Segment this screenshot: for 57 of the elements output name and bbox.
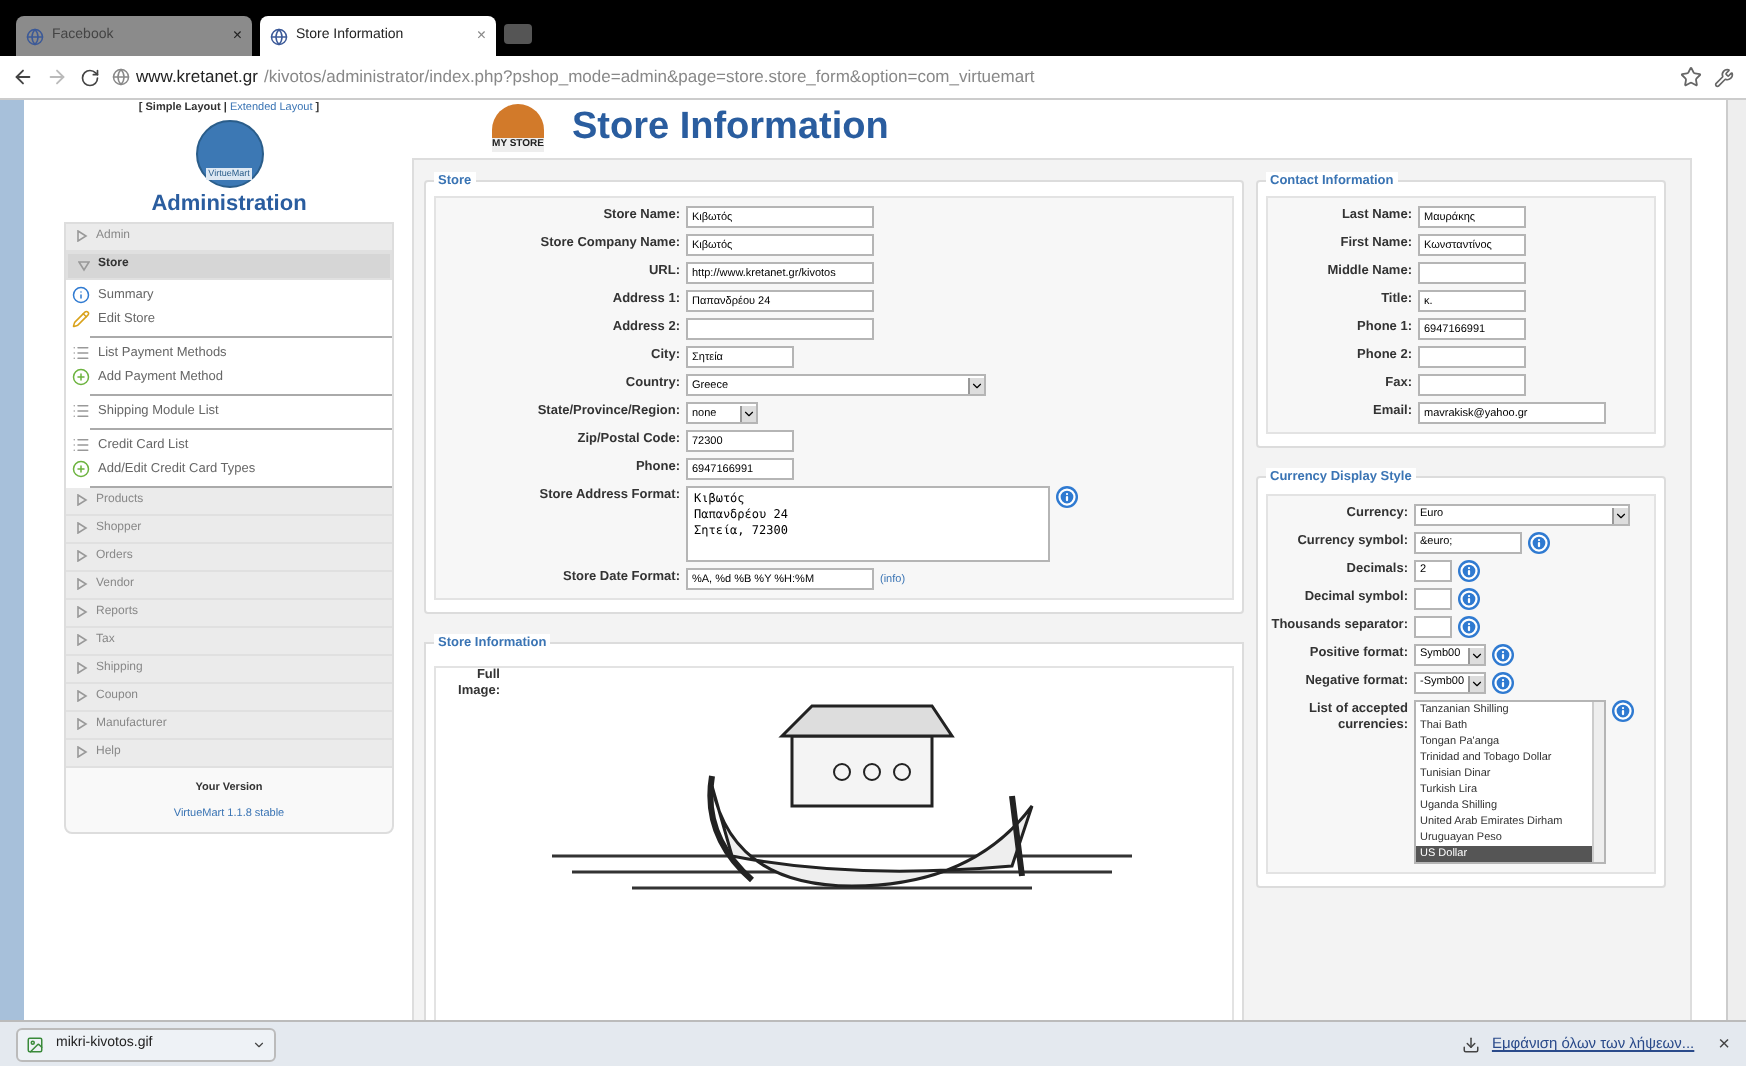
sidebar-title: Administration [149, 190, 309, 221]
add-icon [72, 460, 90, 479]
add-icon [72, 368, 90, 387]
image-file-icon [26, 1035, 44, 1053]
dropdown-arrow-icon [1468, 647, 1484, 663]
page-icon [112, 68, 130, 86]
help-icon[interactable] [1528, 532, 1550, 554]
help-icon[interactable] [1056, 486, 1078, 509]
help-icon[interactable] [1492, 644, 1514, 666]
pencil-icon [72, 310, 90, 329]
new-tab-button[interactable] [504, 24, 532, 44]
favicon-icon [270, 27, 288, 45]
close-tab-button[interactable]: × [476, 24, 486, 48]
text-field[interactable] [1418, 346, 1526, 369]
triangle-icon [76, 522, 88, 535]
dropdown-arrow-icon [740, 405, 756, 422]
help-icon[interactable] [1612, 700, 1634, 722]
url-field[interactable]: www.kretanet.gr /kivotos/administrator/index.php?pshop_mode=admin&page=store.store_form&option=com_virtuemart [112, 64, 1668, 90]
close-tab-button[interactable]: × [232, 24, 242, 48]
favicon-icon [26, 27, 44, 45]
triangle-icon [76, 690, 88, 703]
dropdown-arrow-icon [1612, 507, 1628, 523]
wrench-icon[interactable] [1714, 67, 1734, 87]
reload-icon[interactable] [80, 67, 100, 87]
close-button[interactable]: × [1718, 1029, 1730, 1059]
dropdown-arrow-icon [968, 377, 984, 394]
bookmark-star-icon[interactable] [1680, 66, 1702, 88]
triangle-icon [76, 230, 88, 243]
list-icon [72, 402, 90, 421]
triangle-icon [76, 746, 88, 759]
text-field[interactable] [1414, 588, 1452, 610]
scrollbar[interactable] [1592, 702, 1604, 862]
text-field[interactable] [686, 318, 874, 341]
list-icon [72, 436, 90, 455]
help-icon[interactable] [1458, 588, 1480, 610]
help-icon[interactable] [1458, 560, 1480, 582]
list-icon [72, 344, 90, 363]
back-icon[interactable] [12, 66, 34, 88]
dropdown-arrow-icon [1468, 675, 1484, 691]
text-field[interactable] [1418, 262, 1526, 285]
triangle-icon [76, 550, 88, 563]
page-scrollbar[interactable] [1726, 100, 1746, 1020]
triangle-icon [76, 578, 88, 591]
download-icon [1461, 1035, 1480, 1053]
text-field[interactable] [1414, 616, 1452, 638]
triangle-icon [76, 662, 88, 675]
caret-icon [252, 1037, 266, 1051]
help-icon[interactable] [1458, 616, 1480, 638]
text-field[interactable] [1418, 374, 1526, 397]
help-icon[interactable] [1492, 672, 1514, 694]
info-icon [72, 286, 90, 305]
triangle-icon [76, 718, 88, 731]
triangle-icon [78, 259, 90, 272]
triangle-icon [76, 606, 88, 619]
triangle-icon [76, 494, 88, 507]
page-title: Store Information [572, 104, 889, 152]
triangle-icon [76, 634, 88, 647]
